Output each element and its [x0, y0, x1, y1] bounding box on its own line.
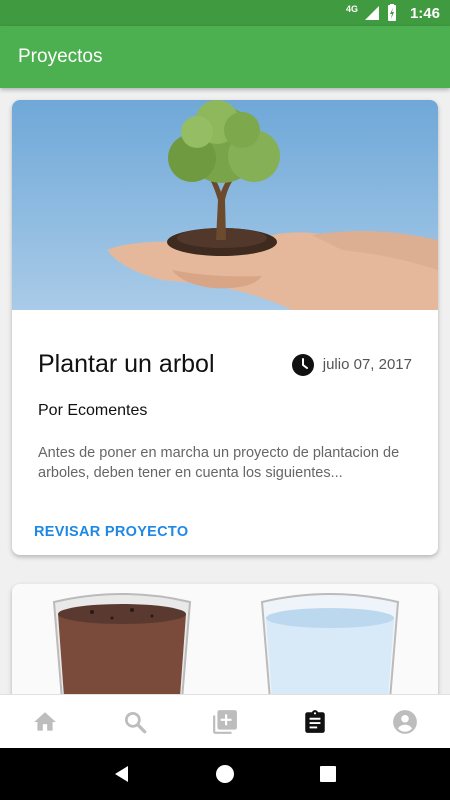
circle-home-icon — [215, 765, 234, 783]
project-date: julio 07, 2017 — [291, 353, 412, 377]
review-project-button[interactable]: REVISAR PROYECTO — [34, 524, 188, 540]
project-image — [12, 584, 438, 694]
bottom-nav — [0, 694, 450, 748]
account-icon — [393, 709, 417, 734]
project-card[interactable]: Plantar un arbol julio 07, 2017 Por Ecom… — [12, 100, 438, 555]
add-box-icon — [213, 709, 237, 734]
clock-icon — [291, 353, 314, 376]
square-recents-icon — [320, 766, 337, 782]
signal-icon — [364, 6, 379, 20]
project-list[interactable]: Plantar un arbol julio 07, 2017 Por Ecom… — [0, 88, 450, 694]
project-excerpt: Antes de poner en marcha un proyecto de … — [38, 445, 400, 481]
back-icon — [114, 766, 128, 782]
nav-projects[interactable] — [295, 702, 335, 742]
nav-account[interactable] — [385, 702, 425, 742]
network-type-label: 4G — [345, 4, 358, 14]
project-author: Por Ecomentes — [38, 402, 148, 419]
recents-button[interactable] — [308, 754, 348, 794]
battery-icon — [387, 4, 396, 21]
app-bar: Proyectos — [0, 26, 450, 88]
nav-search[interactable] — [115, 702, 155, 742]
card-title-row: Plantar un arbol julio 07, 2017 — [38, 350, 412, 379]
page-title: Proyectos — [18, 46, 103, 67]
search-icon — [124, 711, 147, 733]
back-button[interactable] — [102, 754, 142, 794]
project-card[interactable] — [12, 584, 438, 694]
nav-home[interactable] — [25, 702, 65, 742]
project-title: Plantar un arbol — [38, 350, 215, 378]
status-bar: 4G 1:46 — [0, 0, 450, 26]
project-date-label: julio 07, 2017 — [322, 356, 412, 373]
status-time: 1:46 — [409, 4, 440, 22]
home-icon — [34, 711, 56, 731]
project-image — [12, 100, 438, 310]
nav-add-project[interactable] — [205, 702, 245, 742]
home-button[interactable] — [205, 754, 245, 794]
system-nav-bar — [0, 748, 450, 800]
clipboard-icon — [305, 709, 325, 733]
